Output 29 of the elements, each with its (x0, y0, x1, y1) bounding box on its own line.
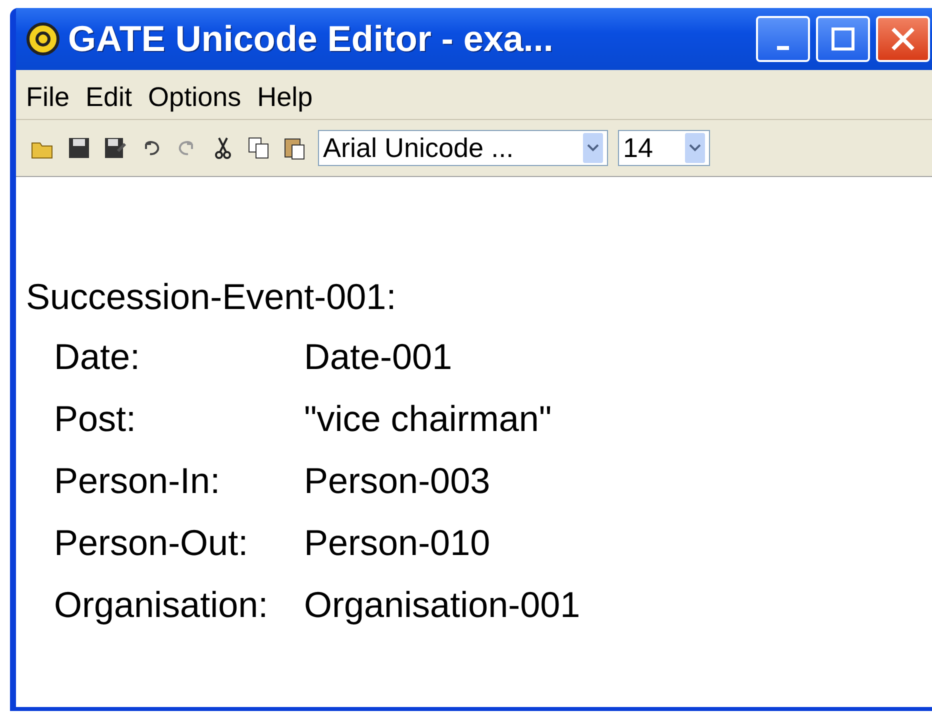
field-value: "vice chairman" (304, 398, 552, 441)
field-value: Date-001 (304, 336, 452, 379)
field-value: Organisation-001 (304, 584, 580, 627)
document-heading: Succession-Event-001: (26, 276, 398, 318)
field-label: Organisation: (54, 584, 270, 627)
app-logo-icon (26, 22, 60, 56)
field-label: Post: (54, 398, 138, 441)
maximize-icon (831, 27, 855, 51)
menu-item[interactable]: Help (257, 82, 313, 113)
field-label: Person-In: (54, 460, 222, 503)
minimize-icon (777, 46, 789, 50)
minimize-button[interactable] (756, 16, 810, 62)
field-label: Date: (54, 336, 142, 379)
field-label: Person-Out: (54, 522, 250, 565)
menu-item[interactable]: Options (148, 82, 242, 113)
menu-item[interactable]: Edit (86, 82, 132, 113)
caret-icon (685, 133, 705, 163)
close-icon (890, 26, 916, 52)
floppy-disk-icon[interactable] (102, 135, 128, 161)
caret-icon (583, 133, 603, 163)
size-dropdown[interactable]: 14 (618, 130, 710, 166)
text-editor-area[interactable]: Succession-Event-001: Date: Date-001 Post: "vice chairman" Person-In: Person-003 Person-Out: Person-010 Organisation: Organisation-001 (16, 177, 932, 707)
font-dropdown[interactable]: Arial Unicode ... (318, 130, 608, 166)
close-button[interactable] (876, 16, 930, 62)
menu-item[interactable]: File (26, 82, 70, 113)
window-title: GATE Unicode Editor - exa... (68, 18, 554, 60)
maximize-button[interactable] (816, 16, 870, 62)
field-value: Person-010 (304, 522, 490, 565)
field-value: Person-003 (304, 460, 490, 503)
